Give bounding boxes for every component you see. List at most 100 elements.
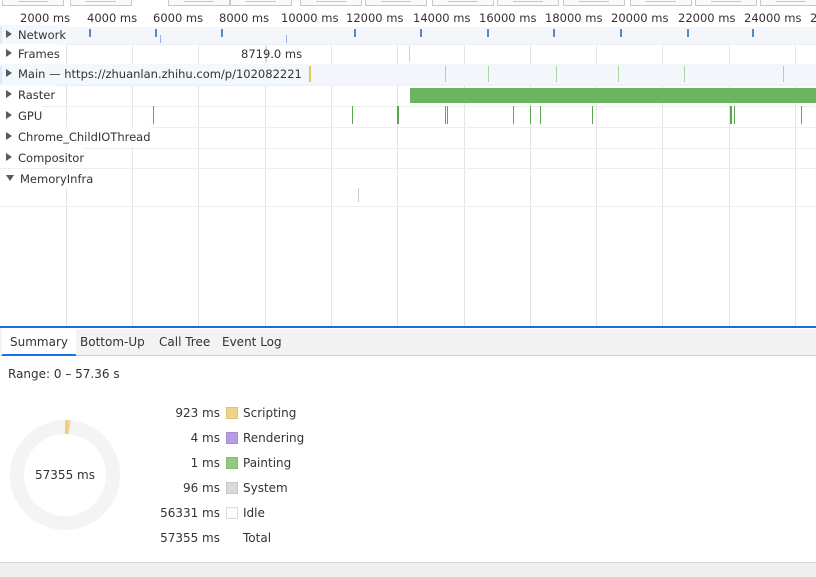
- expand-arrow-icon[interactable]: [6, 30, 12, 38]
- gpu-task[interactable]: [153, 106, 154, 124]
- panel-resizer[interactable]: [0, 326, 816, 328]
- track-raster[interactable]: Raster: [0, 85, 816, 107]
- network-request[interactable]: [487, 29, 489, 37]
- tick-label: 2: [810, 11, 816, 25]
- range-label: Range: 0 – 57.36 s: [8, 367, 120, 381]
- screenshot-thumbnail: [365, 0, 427, 6]
- track-child-io-thread[interactable]: Chrome_ChildIOThread: [0, 127, 816, 149]
- screenshot-thumbnail: [497, 0, 559, 6]
- gpu-task[interactable]: [730, 106, 732, 124]
- track-label-frames[interactable]: Frames: [0, 44, 60, 64]
- gpu-task[interactable]: [352, 106, 353, 124]
- tab-call-tree[interactable]: Call Tree: [151, 329, 218, 355]
- gpu-task[interactable]: [513, 106, 514, 124]
- gpu-task[interactable]: [445, 106, 446, 124]
- legend-name: System: [243, 479, 288, 497]
- screenshot-thumbnail: [432, 0, 494, 6]
- gpu-task[interactable]: [397, 106, 399, 124]
- screenshot-thumbnail: [760, 0, 816, 6]
- network-request[interactable]: [160, 35, 161, 43]
- network-request[interactable]: [221, 29, 223, 37]
- details-tabbar: Summary Bottom-Up Call Tree Event Log: [0, 329, 816, 356]
- network-request[interactable]: [620, 29, 622, 37]
- network-request[interactable]: [752, 29, 754, 37]
- scripting-swatch-icon: [226, 407, 238, 419]
- expand-arrow-icon[interactable]: [6, 111, 12, 119]
- gpu-task[interactable]: [734, 106, 735, 124]
- track-name: MemoryInfra: [20, 172, 93, 186]
- rendering-swatch-icon: [226, 432, 238, 444]
- gpu-task[interactable]: [540, 106, 541, 124]
- track-label-network[interactable]: Network: [0, 25, 66, 45]
- tick-label: 10000 ms: [281, 11, 338, 25]
- network-request[interactable]: [354, 29, 356, 37]
- screenshot-thumbnail: [630, 0, 692, 6]
- main-task[interactable]: [684, 66, 685, 82]
- legend-value: 56331 ms: [140, 504, 220, 522]
- track-name: GPU: [18, 109, 42, 123]
- tick-label: 24000 ms: [744, 11, 801, 25]
- track-label-raster[interactable]: Raster: [0, 85, 55, 105]
- tick-label: 12000 ms: [346, 11, 403, 25]
- legend-name: Total: [243, 529, 271, 547]
- track-label-memory-infra[interactable]: MemoryInfra: [0, 169, 93, 189]
- tab-event-log[interactable]: Event Log: [214, 329, 290, 355]
- screenshot-thumbnail: [563, 0, 625, 6]
- track-label-main[interactable]: Main — https://zhuanlan.zhihu.com/p/1020…: [0, 64, 302, 84]
- track-frames[interactable]: 8719.0 ms Frames: [0, 44, 816, 65]
- legend-name: Rendering: [243, 429, 304, 447]
- track-main[interactable]: Main — https://zhuanlan.zhihu.com/p/1020…: [0, 64, 816, 86]
- main-task[interactable]: [783, 66, 784, 82]
- track-gpu[interactable]: GPU: [0, 106, 816, 128]
- network-request[interactable]: [155, 29, 157, 37]
- main-task[interactable]: [309, 66, 311, 82]
- idle-swatch-icon: [226, 507, 238, 519]
- legend-name: Painting: [243, 454, 291, 472]
- main-task[interactable]: [556, 66, 557, 82]
- gpu-task[interactable]: [592, 106, 593, 124]
- track-name: Chrome_ChildIOThread: [18, 130, 151, 144]
- track-name: Frames: [18, 47, 60, 61]
- expand-arrow-icon[interactable]: [6, 153, 12, 161]
- track-name: Main — https://zhuanlan.zhihu.com/p/1020…: [18, 67, 302, 81]
- tick-label: 20000 ms: [611, 11, 668, 25]
- timeline-overview[interactable]: 2000 ms 4000 ms 6000 ms 8000 ms 10000 ms…: [0, 0, 816, 327]
- track-memory-infra[interactable]: MemoryInfra: [0, 168, 816, 207]
- expand-arrow-icon[interactable]: [6, 132, 12, 140]
- track-network[interactable]: Network: [0, 27, 816, 45]
- track-compositor[interactable]: Compositor: [0, 148, 816, 169]
- gpu-task[interactable]: [530, 106, 531, 124]
- network-request[interactable]: [286, 35, 287, 43]
- legend-value: 923 ms: [140, 404, 220, 422]
- tick-label: 2000 ms: [20, 11, 70, 25]
- gpu-task[interactable]: [447, 106, 448, 124]
- track-label-gpu[interactable]: GPU: [0, 106, 42, 126]
- network-request[interactable]: [687, 29, 689, 37]
- network-request[interactable]: [420, 29, 422, 37]
- network-request[interactable]: [553, 29, 555, 37]
- time-ruler[interactable]: 2000 ms 4000 ms 6000 ms 8000 ms 10000 ms…: [0, 0, 816, 28]
- expand-arrow-icon[interactable]: [6, 69, 12, 77]
- tab-summary[interactable]: Summary: [2, 329, 76, 356]
- main-task[interactable]: [488, 66, 489, 82]
- screenshot-thumbnail: [2, 0, 64, 6]
- gpu-task[interactable]: [801, 106, 802, 124]
- collapse-arrow-icon[interactable]: [6, 175, 14, 181]
- network-request[interactable]: [89, 29, 91, 37]
- tick-label: 18000 ms: [545, 11, 602, 25]
- raster-task-bar[interactable]: [410, 88, 816, 103]
- screenshot-thumbnail: [300, 0, 362, 6]
- frame-duration[interactable]: 8719.0 ms: [241, 47, 302, 61]
- track-label-compositor[interactable]: Compositor: [0, 148, 84, 168]
- tab-bottom-up[interactable]: Bottom-Up: [72, 329, 153, 355]
- expand-arrow-icon[interactable]: [6, 90, 12, 98]
- track-label-child-io-thread[interactable]: Chrome_ChildIOThread: [0, 127, 151, 147]
- legend-value: 96 ms: [140, 479, 220, 497]
- legend-value: 4 ms: [140, 429, 220, 447]
- expand-arrow-icon[interactable]: [6, 49, 12, 57]
- legend-name: Idle: [243, 504, 265, 522]
- system-swatch-icon: [226, 482, 238, 494]
- main-task[interactable]: [445, 66, 446, 82]
- main-task[interactable]: [618, 66, 619, 82]
- memory-dump-marker[interactable]: [358, 188, 359, 202]
